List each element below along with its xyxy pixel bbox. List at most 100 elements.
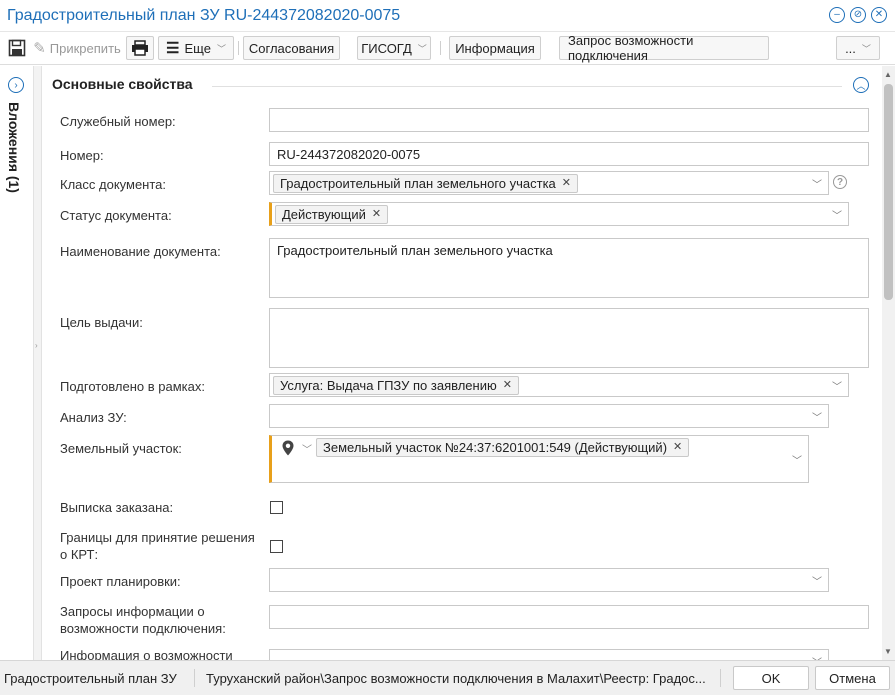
number-label: Номер: — [60, 148, 104, 163]
land-plot-tag: Земельный участок №24:37:6201001:549 (Де… — [316, 438, 690, 457]
status-path: Туруханский район\Запрос возможности под… — [206, 671, 706, 686]
status-divider — [720, 669, 721, 687]
remove-tag-icon[interactable]: ✕ — [372, 206, 381, 223]
attach-button[interactable]: ✎ Прикрепить — [30, 36, 124, 60]
chevron-down-icon[interactable]: ﹀ — [832, 207, 842, 222]
service-number-input[interactable] — [269, 108, 869, 132]
doc-status-tag: Действующий ✕ — [275, 205, 389, 224]
remove-tag-icon[interactable]: ✕ — [673, 439, 682, 456]
cancel-button[interactable]: Отмена — [815, 666, 890, 690]
krt-boundaries-checkbox[interactable] — [270, 540, 283, 553]
land-plot-label: Земельный участок: — [60, 441, 182, 456]
splitter-grip-icon: › — [35, 341, 38, 350]
print-icon — [132, 40, 148, 56]
remove-tag-icon[interactable]: ✕ — [562, 175, 571, 192]
doc-status-tag-text: Действующий — [282, 207, 366, 222]
status-bar: Градостроительный план ЗУ Туруханский ра… — [0, 660, 895, 695]
number-value: RU-244372082020-0075 — [277, 147, 421, 162]
land-plot-select[interactable]: ﹀ Земельный участок №24:37:6201001:549 (… — [269, 435, 809, 483]
properties-panel: Основные свойства ︿ Служебный номер: Ном… — [42, 66, 880, 660]
print-button[interactable] — [126, 36, 154, 60]
status-doc-type: Градостроительный план ЗУ — [4, 671, 177, 686]
chevron-down-icon[interactable]: ﹀ — [812, 573, 822, 588]
attachments-label[interactable]: Вложения (1) — [6, 102, 22, 193]
attach-label: Прикрепить — [49, 40, 121, 56]
doc-name-textarea[interactable]: Градостроительный план земельного участк… — [269, 238, 869, 298]
vertical-scrollbar[interactable]: ▲ ▼ — [882, 66, 895, 660]
krt-boundaries-label: Границы для принятие решения о КРТ: — [60, 530, 255, 562]
paperclip-icon: ✎ — [33, 40, 46, 57]
planning-project-label: Проект планировки: — [60, 574, 181, 589]
doc-class-tag: Градостроительный план земельного участк… — [273, 174, 578, 193]
doc-class-tag-text: Градостроительный план земельного участк… — [280, 176, 556, 191]
extract-ordered-checkbox[interactable] — [270, 501, 283, 514]
prepared-within-select[interactable]: Услуга: Выдача ГПЗУ по заявлению ✕ ﹀ — [269, 373, 849, 397]
scrollbar-thumb[interactable] — [884, 84, 893, 300]
more-label: Еще — [184, 40, 211, 56]
window-title: Градостроительный план ЗУ RU-24437208202… — [7, 7, 401, 24]
doc-class-label: Класс документа: — [60, 177, 166, 192]
service-number-label: Служебный номер: — [60, 114, 176, 129]
window-titlebar: Градостроительный план ЗУ RU-24437208202… — [0, 0, 895, 32]
collapse-section-icon[interactable]: ︿ — [853, 77, 869, 93]
pin-window-icon[interactable]: ⊘ — [850, 7, 866, 23]
save-icon — [8, 39, 26, 57]
help-icon[interactable]: ? — [833, 175, 847, 189]
chevron-down-icon[interactable]: ﹀ — [812, 176, 822, 191]
gisogd-button[interactable]: ГИСОГД ﹀ — [357, 36, 431, 60]
menu-icon: ☰ — [166, 40, 180, 57]
approvals-label: Согласования — [248, 40, 335, 56]
connection-info-label: Информация о возможности — [60, 648, 233, 660]
number-input[interactable]: RU-244372082020-0075 — [269, 142, 869, 166]
info-button[interactable]: Информация — [449, 36, 541, 60]
ok-label: OK — [761, 670, 781, 686]
expand-sidebar-icon[interactable]: › — [8, 77, 24, 93]
section-divider — [212, 86, 842, 87]
scroll-down-icon[interactable]: ▼ — [884, 647, 892, 656]
chevron-down-icon[interactable]: ﹀ — [812, 409, 822, 424]
remove-tag-icon[interactable]: ✕ — [503, 377, 512, 394]
extract-ordered-label: Выписка заказана: — [60, 500, 174, 515]
doc-status-label: Статус документа: — [60, 208, 172, 223]
status-divider — [194, 669, 195, 687]
land-plot-tag-text: Земельный участок №24:37:6201001:549 (Де… — [323, 440, 668, 455]
map-pin-icon[interactable] — [279, 439, 297, 457]
analysis-label: Анализ ЗУ: — [60, 410, 127, 425]
more-button[interactable]: ☰ Еще ﹀ — [158, 36, 234, 60]
toolbar-divider — [440, 41, 441, 55]
purpose-label: Цель выдачи: — [60, 315, 143, 330]
connection-requests-label: Запросы информации о возможности подключ… — [60, 604, 226, 636]
save-button[interactable] — [4, 36, 30, 60]
doc-status-select[interactable]: Действующий ✕ ﹀ — [269, 202, 849, 226]
prepared-within-tag: Услуга: Выдача ГПЗУ по заявлению ✕ — [273, 376, 519, 395]
minimize-icon[interactable]: – — [829, 7, 845, 23]
chevron-down-icon: ﹀ — [861, 43, 871, 54]
planning-project-select[interactable]: ﹀ — [269, 568, 829, 592]
panel-splitter[interactable]: › — [34, 66, 42, 660]
ok-button[interactable]: OK — [733, 666, 809, 690]
chevron-down-icon[interactable]: ﹀ — [832, 378, 842, 393]
attachments-sidebar: › Вложения (1) — [0, 66, 34, 660]
purpose-textarea[interactable] — [269, 308, 869, 368]
chevron-down-icon[interactable]: ﹀ — [792, 452, 802, 467]
approvals-button[interactable]: Согласования — [243, 36, 340, 60]
analysis-select[interactable]: ﹀ — [269, 404, 829, 428]
overflow-menu-button[interactable]: ... ﹀ — [836, 36, 880, 60]
connection-request-button[interactable]: Запрос возможности подключения — [559, 33, 769, 63]
overflow-label: ... — [845, 40, 856, 56]
chevron-down-icon[interactable]: ﹀ — [302, 441, 312, 456]
scroll-up-icon[interactable]: ▲ — [884, 70, 892, 79]
doc-name-value: Градостроительный план земельного участк… — [277, 243, 553, 258]
close-icon[interactable]: ✕ — [871, 7, 887, 23]
connection-requests-input[interactable] — [269, 605, 869, 629]
doc-name-label: Наименование документа: — [60, 244, 221, 259]
prepared-within-label: Подготовлено в рамках: — [60, 379, 205, 394]
doc-class-select[interactable]: Градостроительный план земельного участк… — [269, 171, 829, 195]
cancel-label: Отмена — [829, 670, 876, 686]
gisogd-label: ГИСОГД — [361, 40, 412, 56]
toolbar-divider — [238, 41, 239, 55]
chevron-down-icon: ﹀ — [216, 43, 226, 54]
connection-request-label: Запрос возможности подключения — [568, 33, 694, 63]
section-title: Основные свойства — [52, 76, 193, 92]
connection-info-select[interactable]: ﹀ — [269, 649, 829, 660]
